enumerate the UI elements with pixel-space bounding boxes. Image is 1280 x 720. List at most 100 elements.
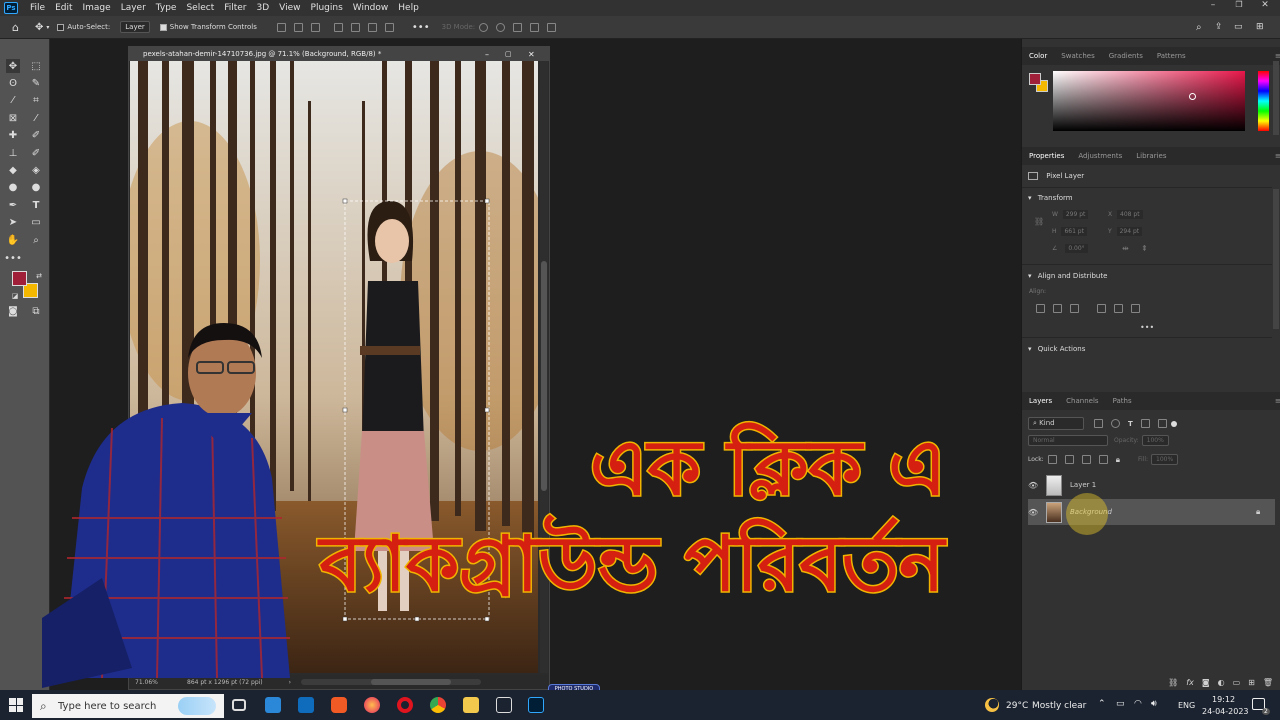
menu-plugins[interactable]: Plugins <box>306 3 348 13</box>
file-explorer-icon[interactable] <box>463 697 479 713</box>
quick-actions-section[interactable]: ▾ Quick Actions <box>1028 345 1085 353</box>
menu-view[interactable]: View <box>274 3 305 13</box>
wifi-icon[interactable]: ◠ <box>1134 699 1142 709</box>
stamp-tool-icon[interactable]: ⊥ <box>6 146 20 160</box>
align-left-icon[interactable] <box>276 22 286 32</box>
eyedropper-tool-icon[interactable]: ⁄ <box>29 111 43 125</box>
eraser-tool-icon[interactable]: ◆ <box>6 163 20 177</box>
crop-tool-icon[interactable]: ⌗ <box>29 93 43 107</box>
tab-channels[interactable]: Channels <box>1059 397 1105 405</box>
align-bottom-edges-icon[interactable] <box>1131 304 1140 313</box>
microsoft-store-icon[interactable] <box>265 697 281 713</box>
foreground-color-swatch[interactable] <box>12 271 27 286</box>
language-indicator[interactable]: ENG <box>1178 701 1195 710</box>
move-tool-icon[interactable]: ✥ <box>35 22 43 33</box>
photoshop-logo-icon[interactable]: Ps <box>4 2 18 14</box>
filter-shape-icon[interactable] <box>1140 419 1150 428</box>
more-options-icon[interactable]: ••• <box>412 22 430 33</box>
quick-mask-icon[interactable]: ◙ <box>6 304 20 318</box>
align-vcenter-icon[interactable] <box>1114 304 1123 313</box>
vertical-scrollbar[interactable] <box>540 61 548 673</box>
properties-scrollbar[interactable] <box>1273 189 1279 329</box>
auto-select-dropdown[interactable]: Layer <box>120 21 150 33</box>
new-group-icon[interactable]: ▭ <box>1233 678 1241 687</box>
menu-window[interactable]: Window <box>348 3 394 13</box>
tab-gradients[interactable]: Gradients <box>1102 52 1150 60</box>
filter-smart-icon[interactable] <box>1157 419 1167 428</box>
3d-orbit-icon[interactable] <box>479 22 489 32</box>
doc-maximize-icon[interactable]: ▢ <box>505 50 512 58</box>
layer-name[interactable]: Layer 1 <box>1070 481 1096 489</box>
lasso-tool-icon[interactable]: ʘ <box>6 76 20 90</box>
weather-icon[interactable] <box>985 698 999 712</box>
tray-chevron-icon[interactable]: ⌃ <box>1098 699 1106 709</box>
menu-layer[interactable]: Layer <box>116 3 151 13</box>
horizontal-scrollbar[interactable] <box>301 679 482 685</box>
more-align-icon[interactable]: ••• <box>1140 323 1154 332</box>
filter-adjustment-icon[interactable] <box>1111 419 1120 428</box>
color-picker-field[interactable] <box>1053 71 1245 131</box>
more-tools-icon[interactable]: ••• <box>4 251 22 265</box>
arrange-icon[interactable]: ⊞ <box>1256 22 1264 32</box>
blur-tool-icon[interactable]: ● <box>6 180 20 194</box>
panel-menu-icon[interactable]: ≡ <box>1268 397 1280 405</box>
mail-icon[interactable] <box>298 697 314 713</box>
minimize-icon[interactable]: – <box>1200 0 1226 10</box>
layer-row[interactable]: 👁︎ Layer 1 <box>1028 472 1275 498</box>
tab-properties[interactable]: Properties <box>1022 152 1071 160</box>
zoom-tool-icon[interactable]: ⌕ <box>29 233 43 247</box>
filter-type-icon[interactable]: T <box>1128 420 1133 428</box>
taskbar-search-input[interactable]: ⌕ Type here to search <box>32 694 224 718</box>
chevron-down-icon[interactable]: ▾ <box>1028 272 1032 280</box>
menu-edit[interactable]: Edit <box>50 3 77 13</box>
y-field[interactable]: Y 294 pt <box>1108 227 1143 236</box>
workspace-icon[interactable]: ▭ <box>1234 22 1243 32</box>
bucket-tool-icon[interactable]: ◈ <box>29 163 43 177</box>
align-section[interactable]: ▾ Align and Distribute <box>1028 272 1107 280</box>
lock-all-icon[interactable]: 🔒︎ <box>1116 455 1120 465</box>
link-dimensions-icon[interactable]: ⛓ <box>1034 217 1044 226</box>
visibility-eye-icon[interactable]: 👁︎ <box>1028 481 1042 490</box>
align-top-icon[interactable] <box>333 22 343 32</box>
weather-desc[interactable]: Mostly clear <box>1032 701 1086 711</box>
quick-select-tool-icon[interactable]: ✎ <box>29 76 43 90</box>
tab-paths[interactable]: Paths <box>1106 397 1139 405</box>
lock-position-icon[interactable] <box>1081 455 1091 464</box>
weather-temp[interactable]: 29°C <box>1006 701 1028 711</box>
fx-icon[interactable]: fx <box>1186 678 1194 687</box>
firefox-icon[interactable] <box>364 697 380 713</box>
filter-pixel-icon[interactable] <box>1094 419 1103 428</box>
home-icon[interactable]: ⌂ <box>12 21 19 34</box>
photoshop-taskbar-icon[interactable] <box>528 697 544 713</box>
3d-scale-icon[interactable] <box>547 22 557 32</box>
show-transform-checkbox[interactable] <box>159 23 167 31</box>
chevron-down-icon[interactable]: ▾ <box>1028 345 1032 353</box>
tab-layers[interactable]: Layers <box>1022 397 1059 405</box>
dodge-tool-icon[interactable]: ● <box>29 180 43 194</box>
doc-minimize-icon[interactable]: – <box>485 50 489 59</box>
menu-type[interactable]: Type <box>151 3 182 13</box>
tab-libraries[interactable]: Libraries <box>1129 152 1173 160</box>
volume-icon[interactable]: 🔊︎ <box>1151 699 1157 709</box>
3d-pan-icon[interactable] <box>513 22 523 32</box>
x-field[interactable]: X 408 pt <box>1108 210 1143 219</box>
magic-wand-tool-icon[interactable]: ⁄ <box>6 93 20 107</box>
lock-artboard-icon[interactable] <box>1098 455 1108 464</box>
document-tab[interactable]: pexels-atahan-demir-14710736.jpg @ 71.1%… <box>129 47 549 61</box>
share-icon[interactable]: ⇪ <box>1215 22 1223 32</box>
align-left-edges-icon[interactable] <box>1036 304 1045 313</box>
align-right-edges-icon[interactable] <box>1070 304 1079 313</box>
opacity-field[interactable]: 100% <box>1141 435 1169 446</box>
panel-menu-icon[interactable]: ≡ <box>1268 152 1280 160</box>
network-icon[interactable]: ▭ <box>1116 699 1125 709</box>
distribute-icon[interactable] <box>384 22 394 32</box>
marquee-tool-icon[interactable]: ⬚ <box>29 59 43 73</box>
frame-tool-icon[interactable]: ⊠ <box>6 111 20 125</box>
rectangle-tool-icon[interactable]: ▭ <box>29 215 43 229</box>
lock-transparent-icon[interactable] <box>1047 455 1057 464</box>
align-center-icon[interactable] <box>293 22 303 32</box>
transform-section[interactable]: ▾ Transform <box>1028 194 1073 202</box>
flip-horizontal-icon[interactable]: ⇹ <box>1122 244 1129 253</box>
fill-field[interactable]: 100% <box>1151 454 1179 465</box>
menu-file[interactable]: File <box>25 3 50 13</box>
